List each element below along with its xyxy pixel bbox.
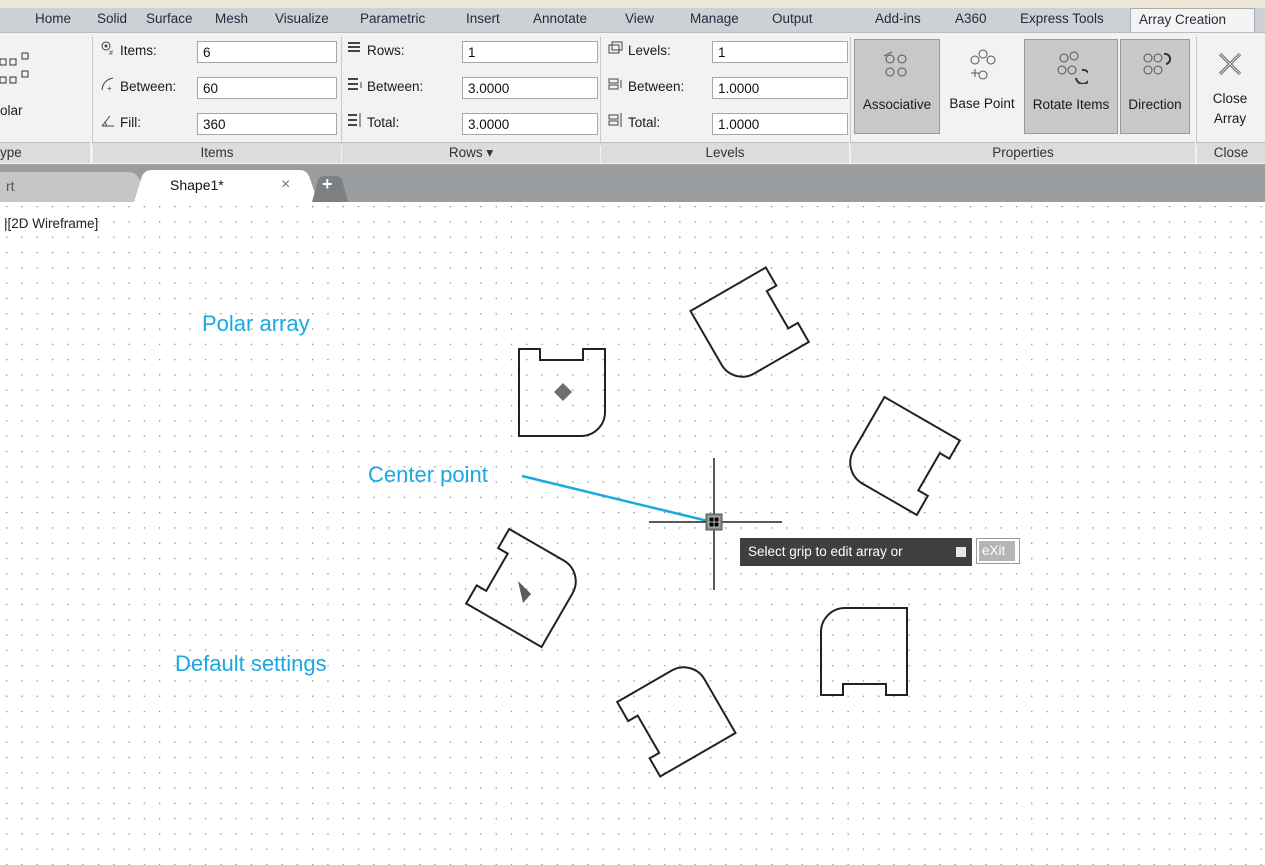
- panel-divider: [341, 37, 342, 145]
- rows-label: Rows:: [367, 43, 405, 58]
- fill-angle-field[interactable]: 360: [197, 113, 337, 135]
- direction-button[interactable]: Direction: [1120, 39, 1190, 134]
- rows-between-field[interactable]: 3.0000: [462, 77, 598, 99]
- base-point-label: Base Point: [949, 96, 1015, 111]
- levels-panel-title: Levels: [601, 142, 849, 163]
- levels-total-field[interactable]: 1.0000: [712, 113, 848, 135]
- levels-between-label: Between:: [628, 79, 685, 94]
- exit-option[interactable]: eXit: [976, 538, 1020, 564]
- new-tab-icon[interactable]: +: [322, 174, 333, 195]
- command-tooltip: Select grip to edit array or: [740, 538, 972, 566]
- polar-array-annotation: Polar array: [202, 311, 310, 336]
- levels-label: Levels:: [628, 43, 671, 58]
- level-spacing-icon: [608, 78, 622, 90]
- items-between-field[interactable]: 60: [197, 77, 337, 99]
- default-settings-annotation: Default settings: [175, 651, 327, 676]
- tab-home[interactable]: Home: [35, 11, 71, 26]
- ribbon: olar ype # Items: 6 + Between: 60 Fill: …: [0, 33, 1265, 165]
- rows-panel-title[interactable]: Rows ▾: [342, 142, 600, 163]
- shape1-tab[interactable]: Shape1*: [170, 177, 224, 193]
- exit-option-text: eXit: [979, 541, 1015, 561]
- direction-icon: [1143, 52, 1172, 75]
- tab-shapes: [0, 170, 348, 202]
- row-total-icon: [348, 113, 361, 127]
- levels-between-field[interactable]: 1.0000: [712, 77, 848, 99]
- tab-parametric[interactable]: Parametric: [360, 11, 425, 26]
- rotate-items-icon: [1057, 51, 1088, 84]
- rows-total-label: Total:: [367, 115, 400, 130]
- viewport-label[interactable]: |[2D Wireframe]: [4, 216, 98, 231]
- tab-visualize[interactable]: Visualize: [275, 11, 329, 26]
- items-between-label: Between:: [120, 79, 177, 94]
- close-panel-title: Close: [1197, 142, 1265, 163]
- panel-divider: [1196, 37, 1197, 145]
- row-spacing-icon: [348, 78, 362, 90]
- rotate-items-button[interactable]: Rotate Items: [1024, 39, 1118, 134]
- center-point-annotation: Center point: [368, 462, 488, 487]
- close-array-label-1: Close: [1212, 91, 1248, 106]
- tab-a360[interactable]: A360: [955, 11, 987, 26]
- level-total-icon: [608, 113, 622, 127]
- grid-dots: [0, 202, 1265, 865]
- rotate-items-label: Rotate Items: [1032, 97, 1110, 112]
- tab-express-tools[interactable]: Express Tools: [1020, 11, 1104, 26]
- close-array-label-2: Array: [1213, 111, 1247, 126]
- angle-between-icon: +: [101, 77, 114, 92]
- dropdown-arrow-icon[interactable]: [956, 547, 966, 557]
- panel-divider: [600, 37, 601, 145]
- tab-surface[interactable]: Surface: [146, 11, 193, 26]
- rows-icon: [348, 42, 360, 52]
- tab-mesh[interactable]: Mesh: [215, 11, 248, 26]
- properties-panel-title: Properties: [851, 142, 1195, 163]
- rows-total-field[interactable]: 3.0000: [462, 113, 598, 135]
- associative-icon: [883, 51, 907, 77]
- levels-count-field[interactable]: 1: [712, 41, 848, 63]
- svg-text:#: #: [109, 50, 113, 56]
- polar-array-icon: [0, 52, 29, 84]
- tab-add-ins[interactable]: Add-ins: [875, 11, 921, 26]
- ribbon-tab-bar: Home Solid Surface Mesh Visualize Parame…: [0, 8, 1265, 33]
- drawing-svg: [0, 202, 1265, 865]
- rows-between-label: Between:: [367, 79, 424, 94]
- rows-count-field[interactable]: 1: [462, 41, 598, 63]
- close-array-icon: [1218, 52, 1242, 76]
- command-prompt-text: Select grip to edit array or: [748, 544, 903, 559]
- associative-button[interactable]: Associative: [854, 39, 940, 134]
- items-count-icon: #: [101, 41, 113, 56]
- direction-label: Direction: [1128, 97, 1182, 112]
- panel-divider: [92, 37, 93, 145]
- base-point-icon: [970, 49, 996, 80]
- items-count-field[interactable]: 6: [197, 41, 337, 63]
- tab-manage[interactable]: Manage: [690, 11, 739, 26]
- base-point-button[interactable]: Base Point: [942, 39, 1022, 134]
- panel-divider: [850, 37, 851, 145]
- document-tab-bar: rt Shape1* × +: [0, 165, 1265, 202]
- levels-icon: [608, 41, 623, 54]
- tab-array-creation[interactable]: Array Creation: [1130, 8, 1255, 32]
- associative-label: Associative: [862, 97, 932, 112]
- tab-view[interactable]: View: [625, 11, 654, 26]
- fill-label: Fill:: [120, 115, 141, 130]
- close-array-button[interactable]: Close Array: [1200, 39, 1260, 134]
- tab-output[interactable]: Output: [772, 11, 813, 26]
- autocad-window: Home Solid Surface Mesh Visualize Parame…: [0, 0, 1265, 865]
- type-panel-title: ype: [0, 142, 90, 163]
- start-tab[interactable]: rt: [6, 178, 15, 194]
- tab-annotate[interactable]: Annotate: [533, 11, 587, 26]
- tab-insert[interactable]: Insert: [466, 11, 500, 26]
- polar-type-button[interactable]: olar: [0, 103, 23, 118]
- close-tab-icon[interactable]: ×: [281, 176, 290, 194]
- drawing-canvas[interactable]: |[2D Wireframe] Polar array Center point…: [0, 202, 1265, 865]
- items-label: Items:: [120, 43, 157, 58]
- levels-total-label: Total:: [628, 115, 661, 130]
- items-panel-title: Items: [93, 142, 341, 163]
- svg-text:+: +: [107, 84, 112, 92]
- fill-angle-icon: [101, 115, 114, 127]
- tab-solid[interactable]: Solid: [97, 11, 127, 26]
